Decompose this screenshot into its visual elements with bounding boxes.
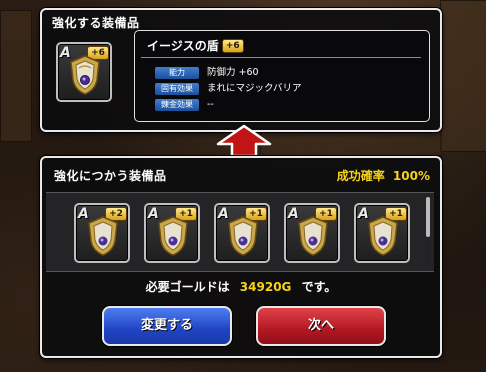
background-shelf	[260, 130, 442, 156]
material-slot[interactable]: A +1	[214, 203, 270, 263]
stat-value-unique-effect: まれにマジックバリア	[207, 83, 302, 94]
enhance-target-panel: 強化する装備品 A +6 イージスの盾 +6 能力 防御力 +60 固有効果 ま…	[40, 8, 442, 132]
aegis-shield-icon	[368, 216, 398, 256]
gold-amount: 34920G	[239, 280, 292, 294]
material-slot[interactable]: A +1	[144, 203, 200, 263]
required-gold: 必要ゴールドは 34920G です。	[42, 278, 440, 295]
item-plus-badge: +6	[221, 38, 244, 53]
stat-value-alchemy-effect: --	[207, 99, 214, 110]
background-shelf	[440, 0, 486, 152]
item-name: イージスの盾	[147, 39, 219, 53]
aegis-shield-icon	[70, 55, 100, 95]
scrollbar-thumb[interactable]	[426, 197, 430, 237]
aegis-shield-icon	[228, 216, 258, 256]
aegis-shield-icon	[88, 216, 118, 256]
material-panel: 強化につかう装備品 成功確率 100% A +2 A +1 A +1 A +1 …	[40, 156, 442, 358]
background-shelf	[0, 10, 32, 142]
item-info-box: イージスの盾 +6 能力 防御力 +60 固有効果 まれにマジックバリア 錬金効…	[134, 30, 430, 122]
material-slot[interactable]: A +1	[354, 203, 410, 263]
up-arrow-icon	[216, 124, 272, 158]
stat-value-ability: 防御力 +60	[207, 67, 259, 78]
material-slot[interactable]: A +2	[74, 203, 130, 263]
stat-label-ability: 能力	[155, 67, 199, 79]
item-name-row: イージスの盾 +6	[147, 37, 244, 54]
stat-label-alchemy-effect: 錬金効果	[155, 99, 199, 111]
panel-title: 強化につかう装備品	[54, 169, 167, 183]
stat-label-unique-effect: 固有効果	[155, 83, 199, 95]
aegis-shield-icon	[298, 216, 328, 256]
gold-suffix: です。	[301, 280, 337, 294]
gold-prefix: 必要ゴールドは	[145, 280, 230, 294]
panel-title: 強化する装備品	[52, 16, 140, 30]
change-button[interactable]: 変更する	[102, 306, 232, 346]
success-rate: 成功確率 100%	[337, 167, 430, 184]
aegis-shield-icon	[158, 216, 188, 256]
item-name-underline	[141, 57, 421, 58]
next-button[interactable]: 次へ	[256, 306, 386, 346]
success-rate-value: 100%	[392, 169, 430, 183]
material-list: A +2 A +1 A +1 A +1 A +1	[46, 192, 434, 272]
target-item-slot[interactable]: A +6	[56, 42, 112, 102]
success-rate-label: 成功確率	[336, 169, 385, 183]
material-slot[interactable]: A +1	[284, 203, 340, 263]
material-scrollbar[interactable]	[426, 197, 430, 267]
